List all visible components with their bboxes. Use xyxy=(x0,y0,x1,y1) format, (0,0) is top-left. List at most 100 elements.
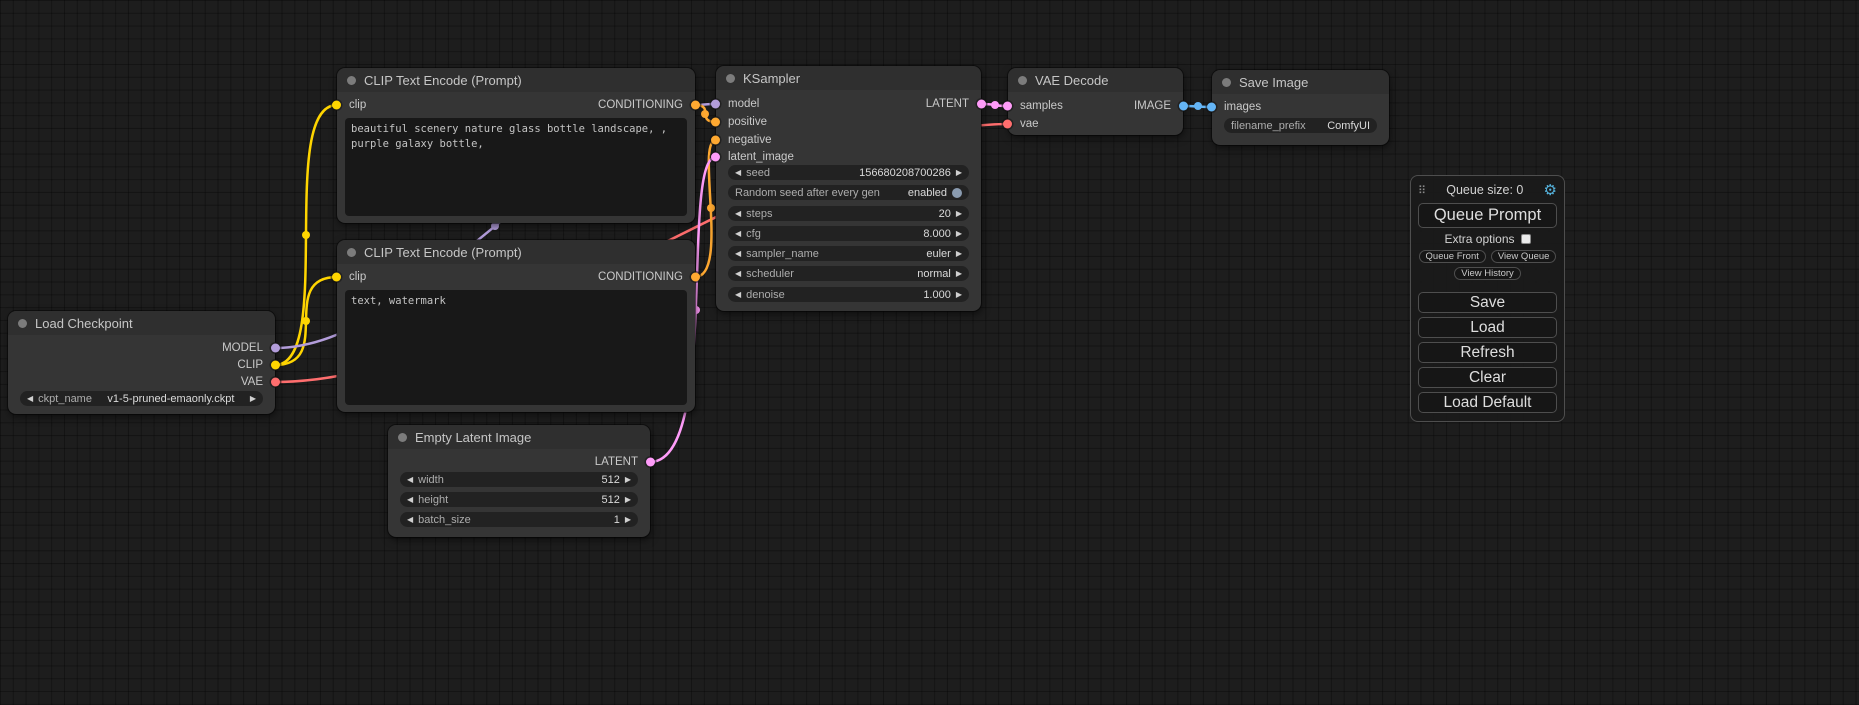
wire-clip-to-positive xyxy=(275,105,337,365)
drag-handle-icon[interactable]: ⠿ xyxy=(1418,184,1426,197)
conditioning-output-dot[interactable] xyxy=(691,273,700,282)
increment-arrow-icon[interactable]: ▶ xyxy=(625,492,631,507)
increment-arrow-icon[interactable]: ▶ xyxy=(956,266,962,281)
view-history-button[interactable]: View History xyxy=(1454,267,1521,280)
increment-arrow-icon[interactable]: ▶ xyxy=(956,165,962,180)
toggle-knob[interactable] xyxy=(952,188,962,198)
clip-input-dot[interactable] xyxy=(332,101,341,110)
input-slot-label: samples xyxy=(1020,99,1063,113)
widget-value: ComfyUI xyxy=(1311,120,1370,132)
increment-arrow-icon[interactable]: ▶ xyxy=(956,246,962,261)
decrement-arrow-icon[interactable]: ◀ xyxy=(735,287,741,302)
node-title-bar[interactable]: KSampler xyxy=(716,66,981,90)
latent-output-dot[interactable] xyxy=(646,458,655,467)
save-button[interactable]: Save xyxy=(1418,292,1557,313)
increment-arrow-icon[interactable]: ▶ xyxy=(956,206,962,221)
widget-value: 512 xyxy=(453,494,620,506)
model-input-dot[interactable] xyxy=(711,100,720,109)
decrement-arrow-icon[interactable]: ◀ xyxy=(407,512,413,527)
increment-arrow-icon[interactable]: ▶ xyxy=(625,472,631,487)
widget-label: ckpt_name xyxy=(38,393,92,405)
decrement-arrow-icon[interactable]: ◀ xyxy=(735,165,741,180)
decrement-arrow-icon[interactable]: ◀ xyxy=(27,391,33,406)
widget-label: scheduler xyxy=(746,268,794,280)
positive-input-dot[interactable] xyxy=(711,118,720,127)
node-graph-canvas[interactable]: Load Checkpoint MODEL CLIP VAE ◀ ckpt_na… xyxy=(0,0,1859,705)
increment-arrow-icon[interactable]: ▶ xyxy=(625,512,631,527)
samples-input-dot[interactable] xyxy=(1003,102,1012,111)
negative-input-dot[interactable] xyxy=(711,136,720,145)
node-ksampler[interactable]: KSampler model LATENT positive negative … xyxy=(716,66,981,311)
denoise-widget[interactable]: ◀ denoise 1.000 ▶ xyxy=(728,287,969,302)
load-default-button[interactable]: Load Default xyxy=(1418,392,1557,413)
clip-output-dot[interactable] xyxy=(271,361,280,370)
view-history-row: View History xyxy=(1418,267,1557,280)
vae-output-dot[interactable] xyxy=(271,378,280,387)
queue-prompt-button[interactable]: Queue Prompt xyxy=(1418,203,1557,228)
clear-button[interactable]: Clear xyxy=(1418,367,1557,388)
filename-prefix-widget[interactable]: filename_prefix ComfyUI xyxy=(1224,118,1377,133)
collapse-dot[interactable] xyxy=(1018,76,1027,85)
node-save-image[interactable]: Save Image images filename_prefix ComfyU… xyxy=(1212,70,1389,145)
decrement-arrow-icon[interactable]: ◀ xyxy=(407,492,413,507)
scheduler-widget[interactable]: ◀ scheduler normal ▶ xyxy=(728,266,969,281)
output-slot-label: MODEL xyxy=(222,341,263,355)
random-seed-toggle-widget[interactable]: Random seed after every gen enabled xyxy=(728,185,969,200)
image-output-dot[interactable] xyxy=(1179,102,1188,111)
collapse-dot[interactable] xyxy=(347,76,356,85)
decrement-arrow-icon[interactable]: ◀ xyxy=(407,472,413,487)
latent-image-input-dot[interactable] xyxy=(711,153,720,162)
ckpt-name-widget[interactable]: ◀ ckpt_name v1-5-pruned-emaonly.ckpt ▶ xyxy=(20,391,263,406)
view-queue-button[interactable]: View Queue xyxy=(1491,250,1557,263)
latent-output-dot[interactable] xyxy=(977,100,986,109)
collapse-dot[interactable] xyxy=(1222,78,1231,87)
collapse-dot[interactable] xyxy=(347,248,356,257)
conditioning-output-dot[interactable] xyxy=(691,101,700,110)
node-title-bar[interactable]: VAE Decode xyxy=(1008,68,1183,92)
steps-widget[interactable]: ◀ steps 20 ▶ xyxy=(728,206,969,221)
node-title-bar[interactable]: CLIP Text Encode (Prompt) xyxy=(337,68,695,92)
decrement-arrow-icon[interactable]: ◀ xyxy=(735,226,741,241)
node-empty-latent-image[interactable]: Empty Latent Image LATENT ◀ width 512 ▶ … xyxy=(388,425,650,537)
sampler-name-widget[interactable]: ◀ sampler_name euler ▶ xyxy=(728,246,969,261)
node-clip-text-encode-negative[interactable]: CLIP Text Encode (Prompt) clip CONDITION… xyxy=(337,240,695,412)
images-input-dot[interactable] xyxy=(1207,103,1216,112)
increment-arrow-icon[interactable]: ▶ xyxy=(250,391,256,406)
decrement-arrow-icon[interactable]: ◀ xyxy=(735,266,741,281)
node-title: Save Image xyxy=(1239,75,1308,90)
output-slot-label: LATENT xyxy=(926,97,969,111)
seed-widget[interactable]: ◀ seed 156680208700286 ▶ xyxy=(728,165,969,180)
width-widget[interactable]: ◀ width 512 ▶ xyxy=(400,472,638,487)
collapse-dot[interactable] xyxy=(398,433,407,442)
widget-value: enabled xyxy=(885,187,947,199)
widget-label: sampler_name xyxy=(746,248,819,260)
node-vae-decode[interactable]: VAE Decode samples IMAGE vae xyxy=(1008,68,1183,135)
settings-gear-icon[interactable]: ⚙ xyxy=(1544,181,1557,199)
node-clip-text-encode-positive[interactable]: CLIP Text Encode (Prompt) clip CONDITION… xyxy=(337,68,695,223)
decrement-arrow-icon[interactable]: ◀ xyxy=(735,206,741,221)
load-button[interactable]: Load xyxy=(1418,317,1557,338)
node-title-bar[interactable]: CLIP Text Encode (Prompt) xyxy=(337,240,695,264)
collapse-dot[interactable] xyxy=(726,74,735,83)
increment-arrow-icon[interactable]: ▶ xyxy=(956,287,962,302)
decrement-arrow-icon[interactable]: ◀ xyxy=(735,246,741,261)
vae-input-dot[interactable] xyxy=(1003,120,1012,129)
collapse-dot[interactable] xyxy=(18,319,27,328)
increment-arrow-icon[interactable]: ▶ xyxy=(956,226,962,241)
refresh-button[interactable]: Refresh xyxy=(1418,342,1557,363)
clip-input-dot[interactable] xyxy=(332,273,341,282)
model-output-dot[interactable] xyxy=(271,344,280,353)
widget-label: batch_size xyxy=(418,514,471,526)
batch-size-widget[interactable]: ◀ batch_size 1 ▶ xyxy=(400,512,638,527)
prompt-textarea[interactable]: text, watermark xyxy=(345,290,687,405)
cfg-widget[interactable]: ◀ cfg 8.000 ▶ xyxy=(728,226,969,241)
queue-size-label: Queue size: 0 xyxy=(1426,183,1543,197)
queue-front-button[interactable]: Queue Front xyxy=(1419,250,1486,263)
node-title-bar[interactable]: Load Checkpoint xyxy=(8,311,275,335)
prompt-textarea[interactable]: beautiful scenery nature glass bottle la… xyxy=(345,118,687,216)
extra-options-checkbox[interactable] xyxy=(1521,234,1531,244)
node-title-bar[interactable]: Save Image xyxy=(1212,70,1389,94)
height-widget[interactable]: ◀ height 512 ▶ xyxy=(400,492,638,507)
node-title-bar[interactable]: Empty Latent Image xyxy=(388,425,650,449)
node-load-checkpoint[interactable]: Load Checkpoint MODEL CLIP VAE ◀ ckpt_na… xyxy=(8,311,275,414)
